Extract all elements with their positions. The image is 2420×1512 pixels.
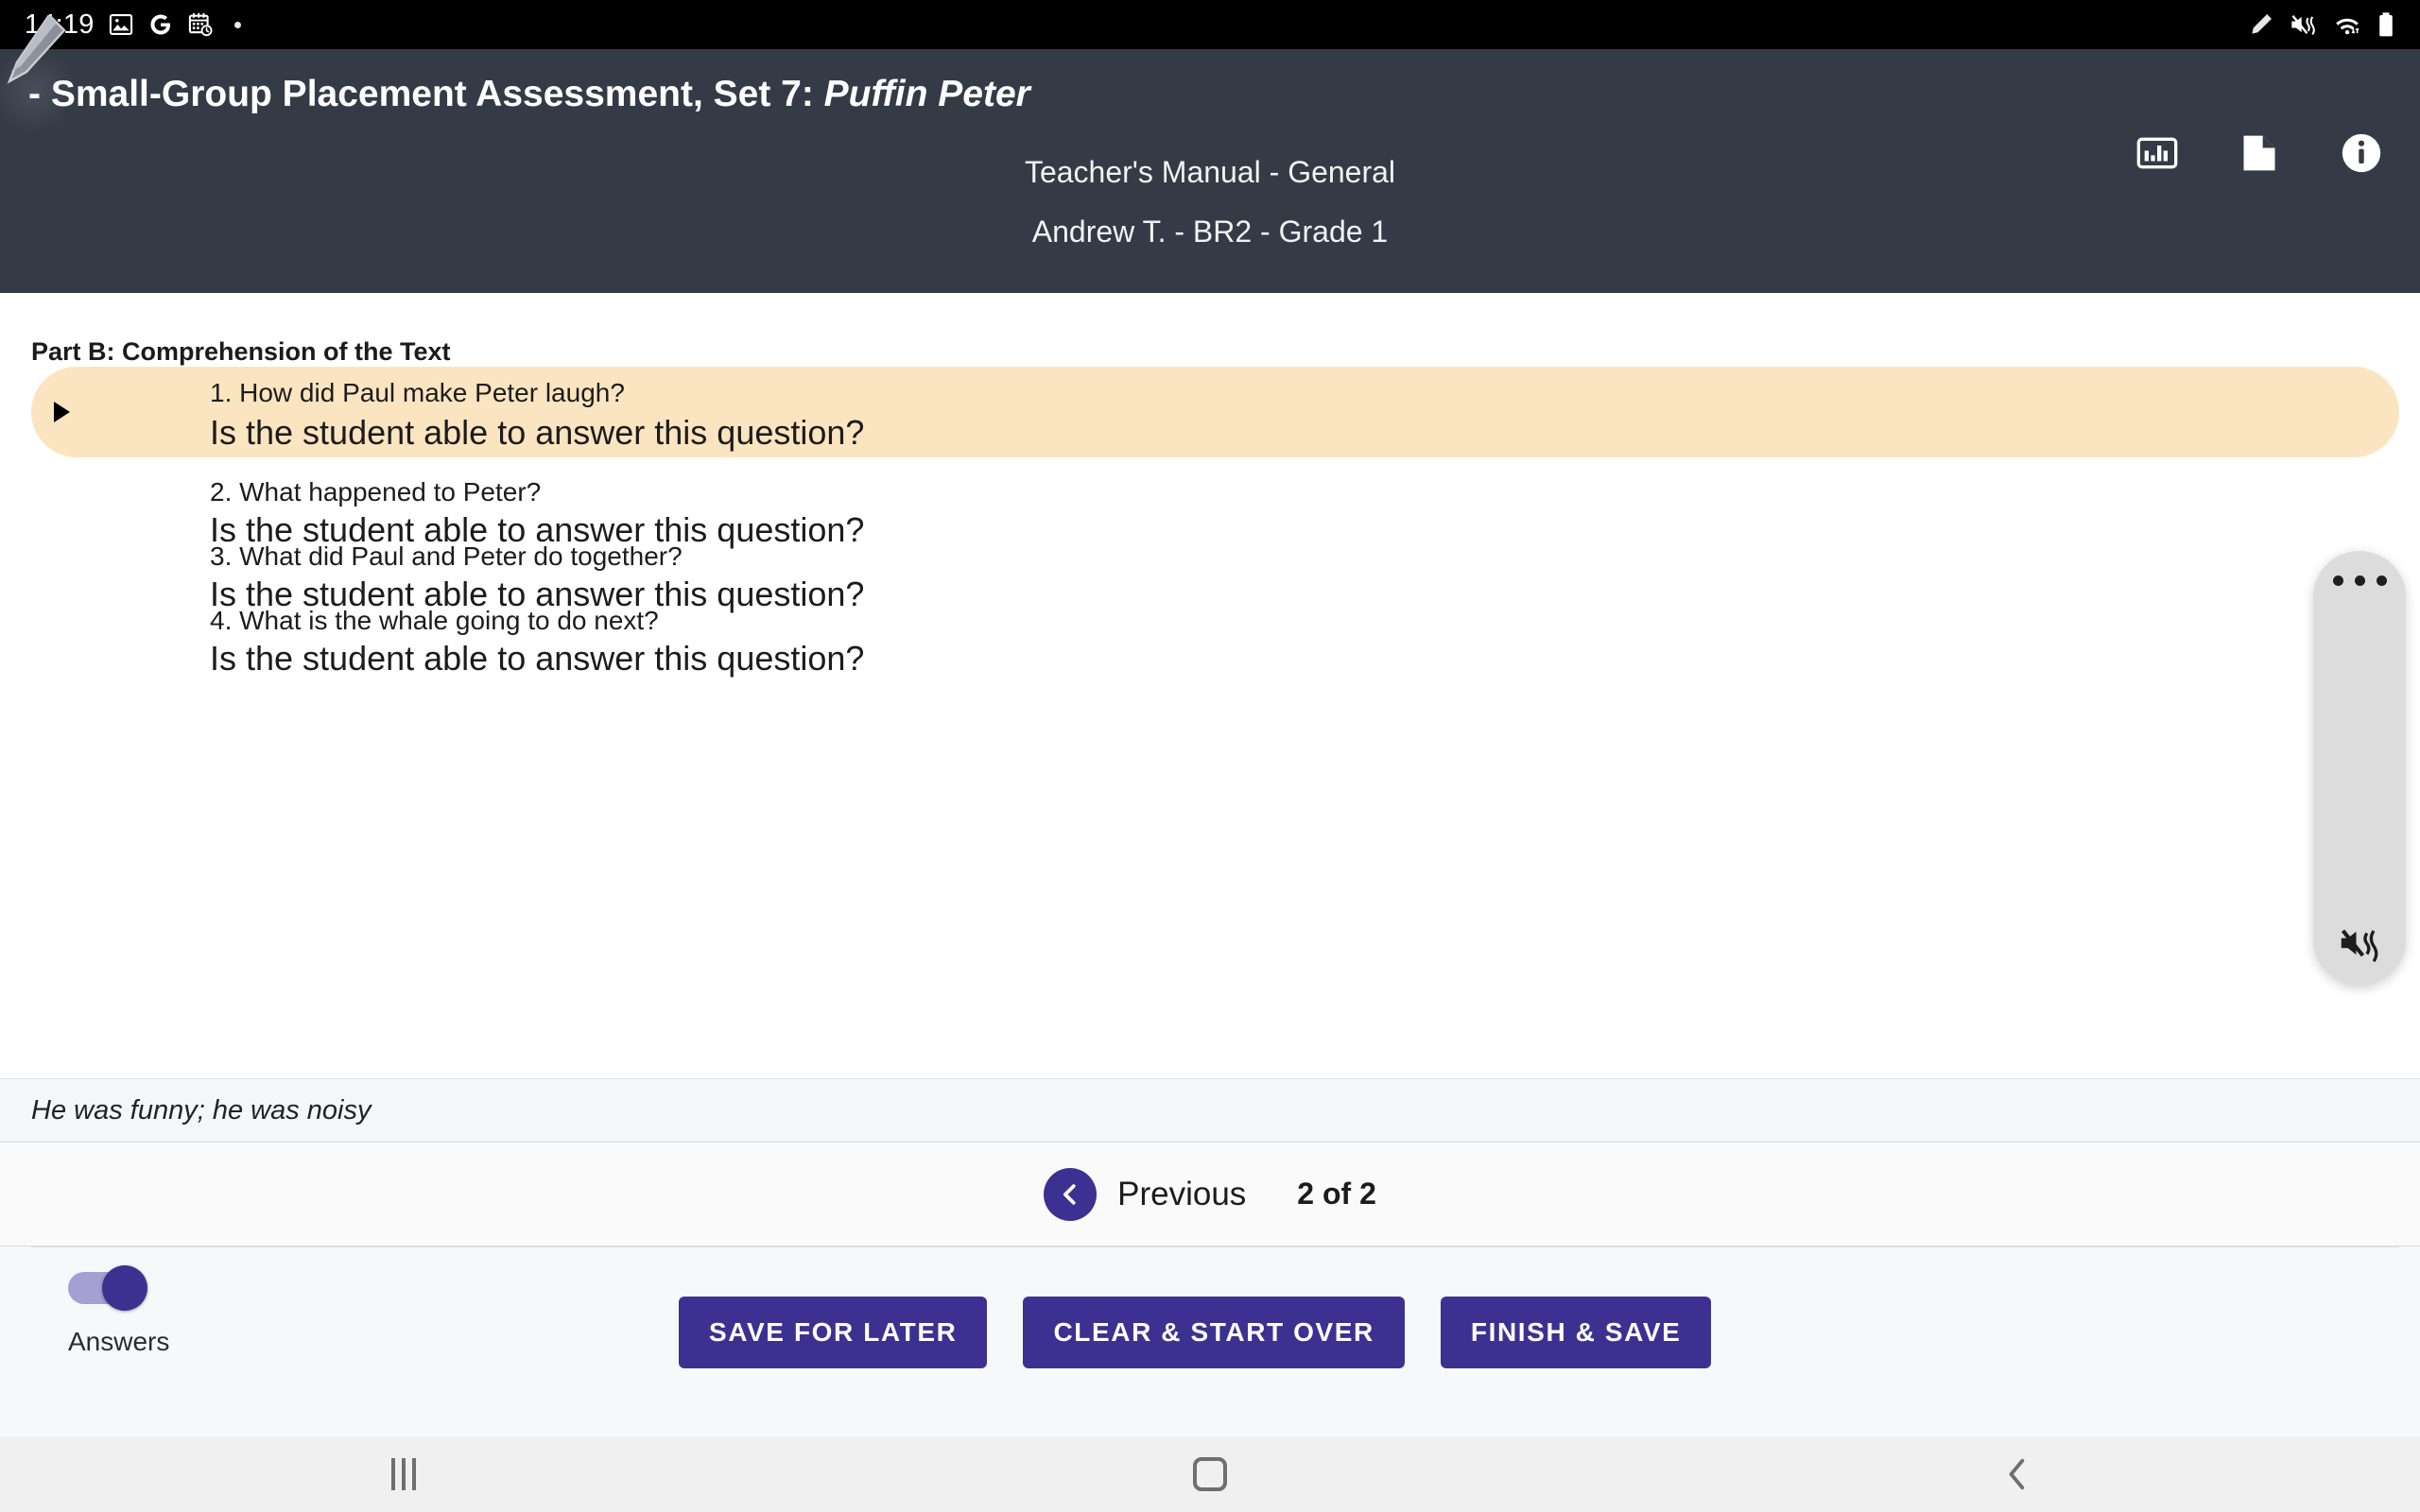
question-prompt-text: Is the student able to answer this quest…	[210, 413, 864, 453]
photo-icon	[108, 11, 134, 38]
app-screen: 14:19	[0, 0, 2420, 1512]
previous-button[interactable]: Previous	[1044, 1168, 1246, 1221]
answer-strip: He was funny; he was noisy	[0, 1078, 2420, 1143]
expected-answer-text: He was funny; he was noisy	[31, 1095, 371, 1126]
toggle-knob	[102, 1265, 147, 1311]
question-number-text: 4. What is the whale going to do next?	[210, 606, 659, 636]
google-icon	[147, 11, 174, 38]
header-subtitle: Teacher's Manual - General	[0, 155, 2420, 190]
page-title-prefix: - Small-Group Placement Assessment, Set …	[28, 74, 824, 114]
clear-start-over-button[interactable]: CLEAR & START OVER	[1023, 1297, 1404, 1368]
save-for-later-button[interactable]: SAVE FOR LATER	[679, 1297, 987, 1368]
mute-icon[interactable]	[2313, 923, 2406, 963]
notification-dot-icon	[234, 22, 241, 28]
chevron-left-icon	[1044, 1168, 1097, 1221]
android-nav-bar	[0, 1436, 2420, 1512]
question-number-text: 2. What happened to Peter?	[210, 477, 541, 507]
calendar-clock-icon	[187, 11, 214, 38]
mute-vibrate-icon	[2290, 11, 2318, 38]
floating-volume-panel[interactable]	[2313, 551, 2406, 986]
part-heading: Part B: Comprehension of the Text	[31, 337, 451, 367]
action-button-group: SAVE FOR LATER CLEAR & START OVER FINISH…	[679, 1297, 1711, 1368]
recents-icon[interactable]	[347, 1446, 460, 1503]
page-title: - Small-Group Placement Assessment, Set …	[28, 74, 1030, 115]
more-options-icon[interactable]	[2313, 576, 2406, 586]
status-time: 14:19	[25, 9, 95, 41]
stylus-icon	[2248, 11, 2274, 38]
pagination-bar: Previous 2 of 2	[0, 1143, 2420, 1246]
bottom-action-bar: Answers SAVE FOR LATER CLEAR & START OVE…	[0, 1247, 2420, 1436]
header-title-row: - Small-Group Placement Assessment, Set …	[0, 49, 2420, 140]
wifi-icon	[2333, 11, 2361, 38]
android-status-bar: 14:19	[0, 0, 2420, 49]
app-header: - Small-Group Placement Assessment, Set …	[0, 49, 2420, 293]
previous-label: Previous	[1117, 1176, 1246, 1213]
book-title: Puffin Peter	[824, 74, 1030, 114]
finish-save-button[interactable]: FINISH & SAVE	[1441, 1297, 1712, 1368]
status-right-group	[2248, 11, 2395, 38]
header-student-line: Andrew T. - BR2 - Grade 1	[0, 215, 2420, 249]
answers-toggle[interactable]	[68, 1272, 142, 1304]
back-icon[interactable]	[1960, 1446, 2073, 1503]
battery-icon	[2377, 11, 2395, 38]
answers-toggle-label: Answers	[68, 1327, 169, 1357]
question-prompt-text: Is the student able to answer this quest…	[210, 639, 864, 679]
question-number-text: 1. How did Paul make Peter laugh?	[210, 378, 625, 408]
status-left-group: 14:19	[25, 9, 241, 41]
question-number-text: 3. What did Paul and Peter do together?	[210, 541, 683, 572]
assessment-content: Part B: Comprehension of the Text 1. How…	[0, 293, 2420, 1089]
home-icon[interactable]	[1153, 1446, 1267, 1503]
answers-toggle-group: Answers	[68, 1272, 169, 1357]
current-question-caret-icon	[54, 402, 70, 422]
page-indicator: 2 of 2	[1297, 1177, 1376, 1211]
